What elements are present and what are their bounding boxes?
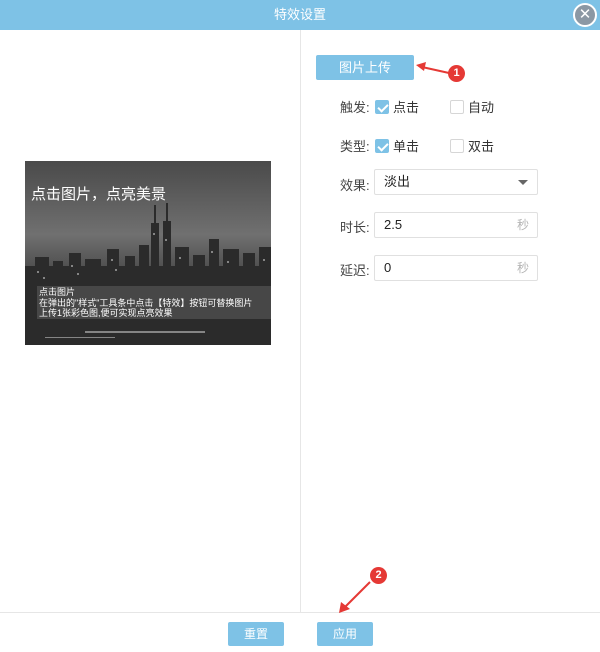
- type-label: 类型:: [340, 139, 370, 154]
- delay-unit: 秒: [516, 261, 529, 275]
- effect-label: 效果:: [340, 178, 370, 193]
- type-option-label: 双击: [468, 139, 495, 154]
- delay-input[interactable]: 0 秒: [374, 255, 538, 281]
- annotation-arrows: [339, 62, 450, 613]
- duration-value: 2.5: [384, 217, 403, 232]
- delay-label: 延迟:: [340, 263, 370, 278]
- annotation-badge-2: 2: [370, 567, 387, 584]
- effect-select-value: 淡出: [384, 174, 411, 189]
- duration-input[interactable]: 2.5 秒: [374, 212, 538, 238]
- duration-label: 时长:: [340, 220, 370, 235]
- checkbox-checked-icon[interactable]: [375, 138, 389, 153]
- duration-unit: 秒: [516, 218, 529, 232]
- trigger-label: 触发:: [340, 100, 370, 115]
- trigger-option-click[interactable]: 点击: [375, 97, 419, 116]
- type-option-label: 单击: [393, 139, 420, 154]
- apply-button[interactable]: 应用: [317, 622, 373, 646]
- annotation-badge-1: 1: [448, 65, 465, 82]
- dropdown-caret-icon: [518, 180, 528, 185]
- type-option-double[interactable]: 双击: [450, 136, 494, 155]
- trigger-option-auto[interactable]: 自动: [450, 97, 494, 116]
- trigger-option-label: 点击: [393, 100, 420, 115]
- checkbox-unchecked-icon[interactable]: [450, 138, 464, 153]
- trigger-option-label: 自动: [468, 100, 495, 115]
- checkbox-checked-icon[interactable]: [375, 99, 389, 114]
- effect-select[interactable]: 淡出: [374, 169, 538, 195]
- checkbox-unchecked-icon[interactable]: [450, 99, 464, 114]
- reset-button[interactable]: 重置: [228, 622, 284, 646]
- delay-value: 0: [384, 260, 392, 275]
- type-option-single[interactable]: 单击: [375, 136, 419, 155]
